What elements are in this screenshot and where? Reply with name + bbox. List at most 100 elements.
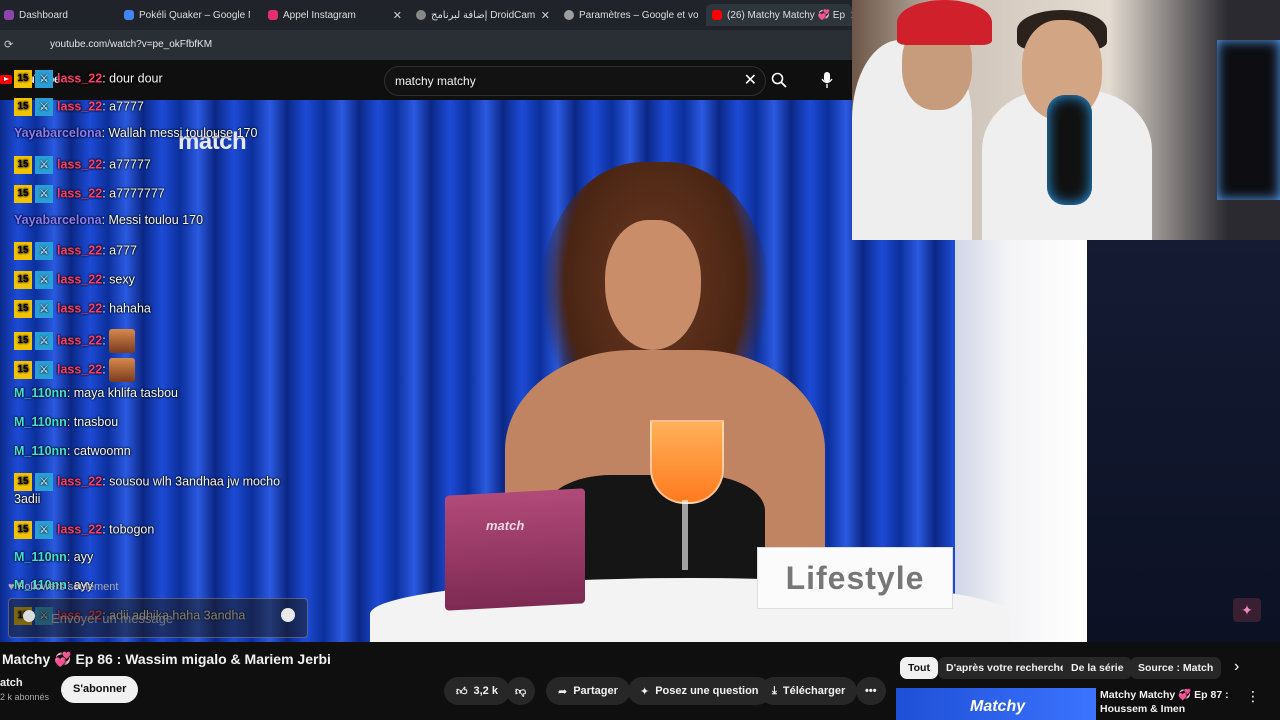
chat-message: 15 ⚔ lass_22: a777: [14, 242, 137, 260]
more-actions-button[interactable]: •••: [856, 677, 886, 705]
google-maps-favicon-icon: [124, 10, 134, 20]
chat-message: 3adii: [14, 492, 40, 506]
vertical-more-icon[interactable]: ⋮: [1246, 688, 1260, 705]
chat-username[interactable]: lass_22: [57, 157, 102, 171]
chat-username[interactable]: M_110nn: [14, 415, 67, 429]
channel-name[interactable]: atch: [0, 677, 23, 689]
chat-username[interactable]: lass_22: [57, 272, 102, 286]
chat-username[interactable]: M_110nn: [14, 386, 67, 400]
reload-icon[interactable]: ⟳: [4, 38, 13, 51]
chat-username[interactable]: M_110nn: [14, 550, 67, 564]
microphone-icon: [821, 71, 833, 88]
guest-face: [605, 220, 701, 350]
browser-tab-google-maps[interactable]: Pokéli Quaker – Google M: [124, 4, 250, 26]
browser-tab-dashboard[interactable]: Dashboard: [4, 4, 104, 26]
subscribe-button[interactable]: S'abonner: [61, 676, 139, 703]
box-label: match: [486, 518, 525, 533]
chat-input-box[interactable]: [8, 598, 308, 638]
video-title: Matchy 💞 Ep 86 : Wassim migalo & Mariem …: [2, 651, 331, 667]
search-icon: [771, 72, 787, 88]
share-label: Partager: [573, 685, 618, 697]
moderator-badge-icon: ⚔: [35, 242, 53, 260]
handshake-icon: ✦: [1233, 598, 1261, 622]
chip-source-match[interactable]: Source : Match: [1130, 657, 1222, 679]
droidcam-favicon-icon: [416, 10, 426, 20]
chat-message: 15 ⚔ lass_22:: [14, 358, 136, 382]
chat-username[interactable]: lass_22: [57, 474, 102, 488]
subscriber-badge-icon: 15: [14, 521, 32, 539]
browser-tab-youtube[interactable]: (26) Matchy Matchy 💞 Ep ✕: [706, 4, 852, 26]
chat-username[interactable]: lass_22: [57, 301, 102, 315]
chat-separator: :: [102, 333, 110, 348]
chat-username[interactable]: lass_22: [57, 99, 102, 113]
chat-username[interactable]: lass_22: [57, 243, 102, 257]
like-count: 3,2 k: [473, 685, 498, 697]
chat-separator: :: [66, 444, 74, 458]
subscriber-badge-icon: 15: [14, 361, 32, 379]
browser-tab-strip: Dashboard Pokéli Quaker – Google M Appel…: [0, 0, 852, 30]
clear-search-icon[interactable]: ✕: [744, 70, 757, 90]
ask-label: Posez une question: [655, 685, 759, 697]
like-button[interactable]: 👍︎ 3,2 k: [444, 677, 510, 705]
chat-username[interactable]: M_110nn: [14, 444, 67, 458]
chip-from-search[interactable]: D'après votre recherche: [938, 657, 1074, 679]
gear-icon: [564, 10, 574, 20]
emoji-icon[interactable]: [281, 608, 295, 622]
voice-search-button[interactable]: [812, 66, 842, 94]
browser-tab-instagram[interactable]: Appel Instagram ✕: [268, 4, 402, 26]
chat-username[interactable]: Yayabarcelona: [14, 126, 102, 140]
recommended-video-title[interactable]: Matchy Matchy 💞 Ep 87 : Houssem & Imen: [1100, 688, 1240, 716]
ask-question-button[interactable]: ✦ Posez une question: [628, 677, 771, 705]
browser-tab-settings[interactable]: Paramètres – Google et vo ✕: [564, 4, 698, 26]
chat-text: sexy: [109, 272, 135, 287]
browser-tab-droidcam[interactable]: إضافة لبرنامج DroidCam ✕: [416, 4, 550, 26]
tab-label: Pokéli Quaker – Google M: [139, 9, 250, 21]
moderator-badge-icon: ⚔: [35, 361, 53, 379]
subscriber-badge-icon: 15: [14, 98, 32, 116]
chat-message: 15 ⚔ lass_22: sousou wlh 3andhaa jw mocho: [14, 473, 280, 491]
chip-all[interactable]: Tout: [900, 657, 938, 679]
moderator-badge-icon: ⚔: [35, 300, 53, 318]
chat-text: tnasbou: [73, 415, 119, 429]
search-button[interactable]: [764, 66, 794, 94]
chat-username[interactable]: lass_22: [57, 71, 102, 85]
chat-message-input[interactable]: [49, 610, 273, 627]
search-input[interactable]: matchy matchy: [395, 74, 476, 88]
followers-only-text: Followers seulement: [17, 581, 119, 593]
moderator-badge-icon: ⚔: [35, 156, 53, 174]
youtube-favicon-icon: [712, 10, 722, 20]
moderator-badge-icon: ⚔: [35, 521, 53, 539]
chat-message: 15 ⚔ lass_22: a7777777: [14, 185, 165, 203]
url-text[interactable]: youtube.com/watch?v=pe_okFfbfKM: [50, 39, 212, 50]
search-box[interactable]: matchy matchy ✕: [384, 66, 766, 96]
chat-username[interactable]: lass_22: [57, 522, 102, 536]
subscriber-badge-icon: 15: [14, 185, 32, 203]
recommended-video-thumbnail[interactable]: Matchy: [896, 688, 1096, 720]
chat-settings-icon[interactable]: [23, 610, 35, 622]
tab-label: إضافة لبرنامج DroidCam: [431, 9, 536, 21]
chat-separator: :: [66, 415, 74, 429]
emote-icon: [109, 329, 136, 353]
microphone: [1047, 95, 1092, 205]
chat-message: 15 ⚔ lass_22: sexy: [14, 271, 135, 289]
chat-text: catwoomn: [73, 444, 131, 458]
chat-separator: :: [101, 213, 109, 227]
close-tab-icon[interactable]: ✕: [541, 9, 550, 22]
chat-username[interactable]: lass_22: [57, 333, 102, 347]
address-bar[interactable]: ⟳ youtube.com/watch?v=pe_okFfbfKM: [0, 30, 852, 60]
chat-username[interactable]: lass_22: [57, 186, 102, 200]
download-button[interactable]: ⤓ Télécharger: [760, 677, 858, 705]
share-button[interactable]: ➦ Partager: [546, 677, 630, 705]
chat-message: M_110nn: maya khlifa tasbou: [14, 386, 178, 400]
chip-from-series[interactable]: De la série: [1063, 657, 1132, 679]
chat-message: Yayabarcelona: Wallah messi toulouse 170: [14, 126, 257, 140]
chat-username[interactable]: Yayabarcelona: [14, 213, 102, 227]
close-tab-icon[interactable]: ✕: [393, 9, 402, 22]
thumbnail-text: Matchy: [970, 698, 1026, 715]
moderator-badge-icon: ⚔: [35, 98, 53, 116]
dislike-button[interactable]: 👎︎: [506, 677, 536, 705]
chat-username[interactable]: lass_22: [57, 362, 102, 376]
chat-message: 15 ⚔ lass_22:: [14, 329, 136, 353]
chevron-right-icon[interactable]: ›: [1234, 658, 1239, 676]
chat-separator: :: [101, 126, 109, 140]
